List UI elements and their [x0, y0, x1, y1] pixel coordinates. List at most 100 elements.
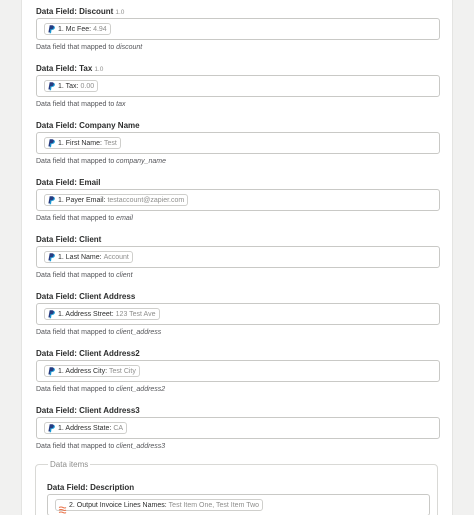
help-prefix: Data field that mapped to: [36, 386, 115, 393]
field-help: Data field that mapped to company_name: [36, 157, 440, 167]
description-field: Data Field: Description 2. Output Invoic…: [47, 482, 430, 515]
data-field: Data Field: Tax 1.0 1. Tax: 0.00 Data fie…: [36, 63, 440, 120]
pill-value: CA: [113, 424, 124, 432]
field-label-text: Data Field: Email: [36, 178, 101, 187]
field-label: Data Field: Client: [36, 234, 440, 245]
help-key: client_address2: [116, 386, 166, 393]
mapped-value-pill[interactable]: 1. First Name: Test: [44, 137, 121, 149]
data-field: Data Field: Email 1. Payer Email: testac…: [36, 177, 440, 234]
data-field: Data Field: Discount 1.0 1. Mc Fee: 4.94 …: [36, 6, 440, 63]
pill-value: testaccount@zapier.com: [107, 196, 185, 204]
mapped-value-pill[interactable]: 1. Payer Email: testaccount@zapier.com: [44, 194, 189, 206]
help-prefix: Data field that mapped to: [36, 44, 115, 51]
field-input[interactable]: 1. Payer Email: testaccount@zapier.com: [36, 189, 440, 211]
field-help: Data field that mapped to client: [36, 271, 440, 281]
field-label: Data Field: Discount 1.0: [36, 6, 440, 17]
field-help: Data field that mapped to client_address: [36, 328, 440, 338]
paypal-icon: [47, 24, 56, 34]
data-field: Data Field: Client Address3 1. Address S…: [36, 405, 440, 462]
field-help: Data field that mapped to client_address…: [36, 442, 440, 452]
data-field: Data Field: Client 1. Last Name: Account…: [36, 234, 440, 291]
mapped-value-pill[interactable]: 1. Tax: 0.00: [44, 80, 99, 92]
paypal-icon: [47, 366, 56, 376]
paypal-icon: [47, 423, 56, 433]
help-key: email: [116, 215, 133, 222]
field-label-text: Data Field: Client Address3: [36, 406, 140, 415]
paypal-icon: [47, 81, 56, 91]
field-label-text: Data Field: Client Address: [36, 292, 136, 301]
help-key: discount: [116, 44, 143, 51]
pill-value: Test City: [109, 367, 136, 375]
mapped-value-pill[interactable]: 1. Mc Fee: 4.94: [44, 23, 111, 35]
field-help: Data field that mapped to discount: [36, 43, 440, 53]
field-list: Data Field: Discount 1.0 1. Mc Fee: 4.94 …: [36, 6, 440, 462]
paypal-icon: [47, 252, 56, 262]
field-label: Data Field: Tax 1.0: [36, 63, 440, 74]
paypal-icon: [47, 309, 56, 319]
field-input[interactable]: 1. Last Name: Account: [36, 246, 440, 268]
mapped-value-pill[interactable]: 1. Address State: CA: [44, 422, 128, 434]
mapped-value-pill[interactable]: 2. Output Invoice Lines Names: Test Item…: [55, 499, 264, 514]
field-help: Data field that mapped to email: [36, 214, 440, 224]
data-field: Data Field: Company Name 1. First Name: …: [36, 120, 440, 177]
field-input[interactable]: 1. Address City: Test City: [36, 360, 440, 382]
field-label: Data Field: Client Address: [36, 291, 440, 302]
mapped-value-pill[interactable]: 1. Last Name: Account: [44, 251, 133, 263]
pill-label: 1. Payer Email:: [58, 196, 106, 204]
data-items-group: Data items Data Field: Description 2. Ou…: [35, 460, 438, 515]
field-help: Data field that mapped to tax: [36, 100, 440, 110]
mapped-value-pill[interactable]: 1. Address City: Test City: [44, 365, 140, 377]
pill-label: 1. Address State:: [58, 424, 112, 432]
form-panel: Data Field: Discount 1.0 1. Mc Fee: 4.94 …: [21, 0, 453, 515]
help-prefix: Data field that mapped to: [36, 158, 115, 165]
pill-label: 1. Address Street:: [58, 310, 114, 318]
data-field: Data Field: Client Address 1. Address St…: [36, 291, 440, 348]
help-prefix: Data field that mapped to: [36, 215, 115, 222]
help-prefix: Data field that mapped to: [36, 272, 115, 279]
field-label-text: Data Field: Discount: [36, 7, 114, 16]
field-input[interactable]: 1. Tax: 0.00: [36, 75, 440, 97]
pill-label: 1. Last Name:: [58, 253, 102, 261]
field-label-text: Data Field: Client: [36, 235, 102, 244]
field-label-text: Data Field: Client Address2: [36, 349, 140, 358]
pill-label: 1. First Name:: [58, 139, 102, 147]
pill-label: 1. Address City:: [58, 367, 108, 375]
help-key: client_address: [116, 329, 162, 336]
field-help: Data field that mapped to client_address…: [36, 385, 440, 395]
field-label: Data Field: Client Address2: [36, 348, 440, 359]
help-key: client: [116, 272, 133, 279]
field-version: 1.0: [94, 66, 104, 73]
data-field: Data Field: Client Address2 1. Address C…: [36, 348, 440, 405]
mapped-value-pill[interactable]: 1. Address Street: 123 Test Ave: [44, 308, 160, 320]
help-key: company_name: [116, 158, 166, 165]
description-input[interactable]: 2. Output Invoice Lines Names: Test Item…: [47, 494, 430, 515]
help-key: client_address3: [116, 443, 166, 450]
help-prefix: Data field that mapped to: [36, 443, 115, 450]
field-label: Data Field: Client Address3: [36, 405, 440, 416]
paypal-icon: [47, 138, 56, 148]
field-label-text: Data Field: Tax: [36, 64, 93, 73]
data-items-title: Data items: [48, 460, 91, 470]
field-input[interactable]: 1. Address State: CA: [36, 417, 440, 439]
pill-value: 123 Test Ave: [115, 310, 156, 318]
field-input[interactable]: 1. Address Street: 123 Test Ave: [36, 303, 440, 325]
help-prefix: Data field that mapped to: [36, 329, 115, 336]
invoice-lines-icon: [58, 501, 67, 514]
pill-value: Account: [103, 253, 129, 261]
pill-value: Test: [103, 139, 117, 147]
pill-value: Test Item One, Test Item Two: [168, 501, 260, 509]
field-input[interactable]: 1. First Name: Test: [36, 132, 440, 154]
pill-value: 4.94: [93, 25, 107, 33]
paypal-icon: [47, 195, 56, 205]
description-field-label: Data Field: Description: [47, 483, 135, 492]
help-key: tax: [116, 101, 126, 108]
field-input[interactable]: 1. Mc Fee: 4.94: [36, 18, 440, 40]
pill-label: 2. Output Invoice Lines Names:: [69, 501, 167, 509]
pill-label: 1. Mc Fee:: [58, 25, 92, 33]
help-prefix: Data field that mapped to: [36, 101, 115, 108]
pill-label: 1. Tax:: [58, 82, 79, 90]
field-label: Data Field: Email: [36, 177, 440, 188]
field-label-text: Data Field: Company Name: [36, 121, 140, 130]
field-label: Data Field: Company Name: [36, 120, 440, 131]
pill-value: 0.00: [80, 82, 95, 90]
